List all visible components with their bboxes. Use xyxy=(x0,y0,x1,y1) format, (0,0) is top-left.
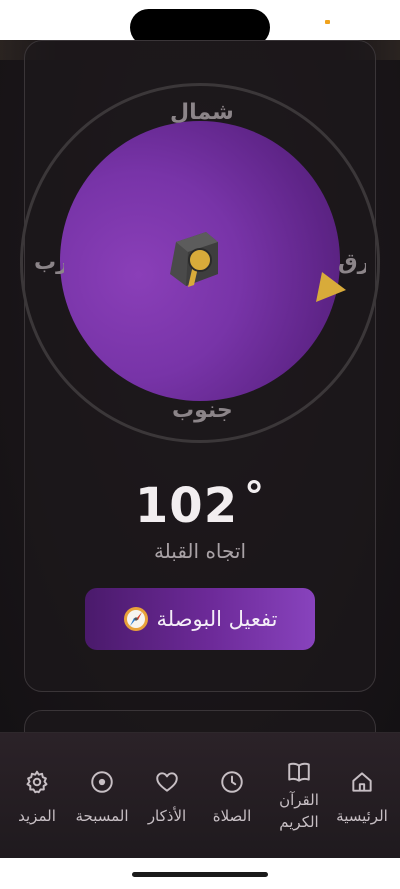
qibla-direction-caption: اتجاه القبلة xyxy=(153,539,247,563)
qibla-degree: 102 ° xyxy=(0,474,400,534)
target-circle-icon xyxy=(91,771,113,793)
home-indicator[interactable] xyxy=(132,872,268,877)
activate-compass-button[interactable]: تفعيل البوصلة xyxy=(85,588,315,650)
nav-label-prayer: الصلاة xyxy=(212,807,252,825)
nav-item-adhkar[interactable]: الأذكار xyxy=(134,733,200,859)
bottom-navigation: الرئيسية القرآن الكريم الصلاة الأذكار ال… xyxy=(0,732,400,858)
kaaba-icon xyxy=(170,232,218,287)
book-icon xyxy=(288,762,310,782)
nav-item-prayer[interactable]: الصلاة xyxy=(199,733,265,859)
nav-item-misbaha[interactable]: المسبحة xyxy=(69,733,135,859)
gear-icon xyxy=(26,770,48,794)
home-icon xyxy=(352,772,372,792)
nav-label-misbaha: المسبحة xyxy=(75,807,129,825)
nav-item-home[interactable]: الرئيسية xyxy=(329,733,395,859)
degree-number: 102 xyxy=(134,478,239,534)
nav-item-more[interactable]: المزيد xyxy=(4,733,70,859)
home-indicator-area xyxy=(0,858,400,889)
qibla-screen: شمال جنوب شرق غرب 102° اتجاه القبلة تفعي… xyxy=(0,40,400,732)
nav-label-adhkar: الأذكار xyxy=(147,807,187,825)
nav-item-quran[interactable]: القرآن الكريم xyxy=(266,733,332,859)
heart-icon xyxy=(156,772,178,792)
south-label: جنوب xyxy=(172,398,233,423)
next-card xyxy=(24,710,376,732)
status-indicator-dot xyxy=(325,20,330,24)
status-bar xyxy=(0,0,400,46)
nav-label-more: المزيد xyxy=(18,807,56,825)
nav-label-home: الرئيسية xyxy=(336,807,388,825)
clock-icon xyxy=(221,771,243,793)
qibla-pointer-icon xyxy=(316,272,346,302)
west-label: غرب xyxy=(34,252,64,274)
activate-compass-label: تفعيل البوصلة xyxy=(156,607,278,631)
north-label: شمال xyxy=(170,100,234,125)
compass-emoji-icon xyxy=(123,607,148,631)
nav-label-quran: القرآن الكريم xyxy=(279,791,319,831)
degree-symbol: ° xyxy=(244,474,266,520)
